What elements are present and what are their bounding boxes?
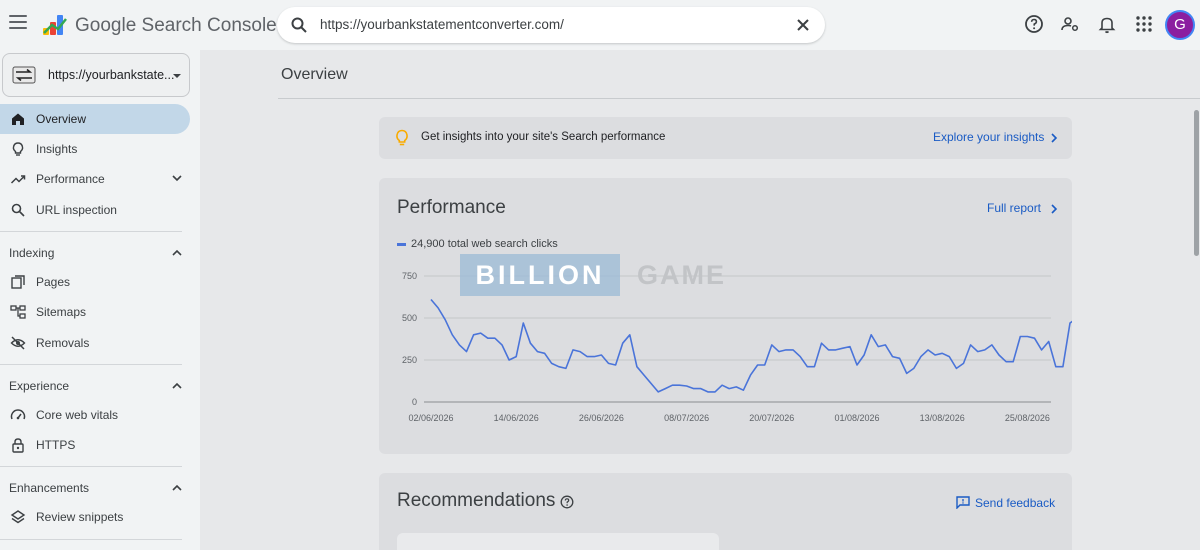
chevron-down-icon[interactable] — [171, 172, 183, 184]
search-icon — [11, 203, 25, 217]
main-content: Overview Get insights into your site's S… — [200, 50, 1200, 550]
explore-insights-link[interactable]: Explore your insights — [933, 130, 1044, 144]
scrollbar-thumb[interactable] — [1194, 110, 1199, 256]
insights-banner: Get insights into your site's Search per… — [379, 117, 1072, 159]
y-tick-label: 500 — [402, 313, 417, 323]
send-feedback-link[interactable]: Send feedback — [975, 496, 1055, 510]
search-input[interactable]: https://yourbankstatementconverter.com/ — [320, 17, 564, 32]
sidebar-item-label: Core web vitals — [36, 408, 119, 422]
sidebar: https://yourbankstate... Overview Insigh… — [0, 50, 200, 550]
x-tick-label: 02/06/2026 — [408, 413, 453, 423]
layers-icon — [10, 510, 26, 524]
search-console-logo — [43, 15, 67, 35]
search-bar[interactable]: https://yourbankstatementconverter.com/ — [277, 7, 825, 43]
lightbulb-icon — [396, 129, 408, 146]
lock-icon — [12, 438, 24, 453]
x-tick-label: 13/08/2026 — [920, 413, 965, 423]
section-heading: Indexing — [9, 246, 55, 260]
sidebar-item-label: URL inspection — [36, 203, 117, 217]
watermark-billion: BILLION — [460, 254, 620, 296]
eye-off-icon — [10, 336, 26, 350]
x-tick-label: 01/08/2026 — [834, 413, 879, 423]
sidebar-divider — [0, 466, 182, 467]
avatar[interactable]: G — [1165, 10, 1195, 40]
dropdown-caret-icon — [173, 74, 181, 78]
help-icon[interactable] — [560, 495, 574, 509]
home-icon — [12, 113, 24, 125]
sidebar-item-label: Sitemaps — [36, 305, 87, 319]
sitemap-icon — [10, 305, 26, 319]
y-tick-label: 0 — [412, 397, 417, 407]
sidebar-item-https[interactable]: HTTPS — [0, 430, 190, 460]
notifications-icon[interactable] — [1097, 14, 1117, 34]
sidebar-item-label: HTTPS — [36, 438, 76, 452]
close-icon[interactable] — [795, 17, 811, 33]
section-enhancements[interactable]: Enhancements — [0, 473, 190, 501]
legend-label: 24,900 total web search clicks — [411, 238, 558, 250]
search-icon — [291, 17, 307, 33]
lightbulb-icon — [12, 142, 24, 156]
sidebar-item-core-web-vitals[interactable]: Core web vitals — [0, 400, 190, 430]
chevron-right-icon[interactable] — [1049, 203, 1059, 215]
sidebar-item-label: Removals — [36, 336, 90, 350]
insights-text: Get insights into your site's Search per… — [421, 131, 666, 143]
performance-title: Performance — [397, 197, 506, 218]
sidebar-item-review-snippets[interactable]: Review snippets — [0, 502, 190, 532]
sidebar-item-pages[interactable]: Pages — [0, 267, 190, 297]
legend-swatch — [397, 243, 406, 246]
y-tick-label: 250 — [402, 355, 417, 365]
sidebar-item-label: Pages — [36, 275, 71, 289]
top-bar: Google Search Console https://yourbankst… — [0, 0, 1200, 50]
recommendations-card: Recommendations Send feedback — [379, 473, 1072, 550]
sidebar-item-label: Performance — [36, 172, 105, 186]
watermark-game: GAME — [637, 260, 726, 290]
sidebar-item-sitemaps[interactable]: Sitemaps — [0, 297, 190, 327]
x-tick-label: 26/06/2026 — [579, 413, 624, 423]
chevron-right-icon[interactable] — [1049, 132, 1059, 144]
property-label: https://yourbankstate... — [48, 68, 175, 82]
sidebar-item-removals[interactable]: Removals — [0, 328, 190, 358]
sidebar-item-label: Insights — [36, 142, 78, 156]
trending-up-icon — [10, 175, 26, 184]
chevron-up-icon[interactable] — [171, 482, 183, 494]
recommendations-title: Recommendations — [397, 490, 556, 511]
property-favicon-icon — [12, 66, 36, 84]
x-tick-label: 25/08/2026 — [1005, 413, 1050, 423]
sidebar-divider — [0, 539, 182, 540]
chevron-up-icon[interactable] — [171, 247, 183, 259]
chevron-up-icon[interactable] — [171, 380, 183, 392]
title-divider — [278, 98, 1200, 99]
app-title: Google Search Console — [75, 15, 277, 36]
x-tick-label: 08/07/2026 — [664, 413, 709, 423]
sidebar-item-label: Review snippets — [36, 510, 124, 524]
x-tick-label: 20/07/2026 — [749, 413, 794, 423]
y-tick-label: 750 — [402, 271, 417, 281]
sidebar-item-performance[interactable]: Performance — [0, 164, 190, 194]
sidebar-item-url-inspection[interactable]: URL inspection — [0, 195, 190, 225]
sidebar-divider — [0, 364, 182, 365]
gauge-icon — [10, 409, 26, 420]
performance-card: Performance Full report 24,900 total web… — [379, 178, 1072, 454]
section-indexing[interactable]: Indexing — [0, 238, 190, 266]
section-experience[interactable]: Experience — [0, 371, 190, 399]
page-title: Overview — [281, 66, 348, 83]
pages-icon — [11, 275, 25, 289]
sidebar-item-insights[interactable]: Insights — [0, 134, 190, 164]
x-tick-label: 14/06/2026 — [494, 413, 539, 423]
recommendation-item — [397, 533, 719, 550]
sidebar-item-label: Overview — [36, 112, 87, 126]
full-report-link[interactable]: Full report — [987, 201, 1041, 215]
feedback-icon[interactable] — [956, 496, 970, 509]
apps-grid-icon[interactable] — [1134, 14, 1154, 34]
sidebar-item-overview[interactable]: Overview — [0, 104, 190, 134]
help-icon[interactable] — [1024, 14, 1044, 34]
menu-icon[interactable] — [9, 15, 27, 29]
clicks-series-line — [430, 298, 1072, 393]
property-selector[interactable]: https://yourbankstate... — [2, 53, 190, 97]
manage-users-icon[interactable] — [1060, 14, 1080, 34]
section-heading: Enhancements — [9, 481, 90, 495]
section-heading: Experience — [9, 379, 70, 393]
sidebar-divider — [0, 231, 182, 232]
